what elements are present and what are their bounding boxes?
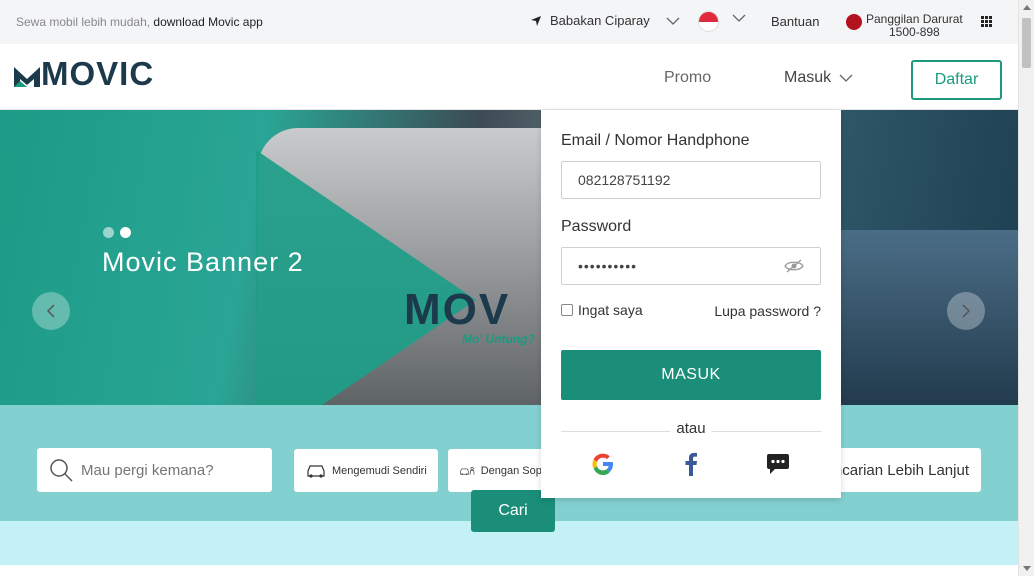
- slider-dots: [103, 227, 131, 238]
- slider-dot-active[interactable]: [120, 227, 131, 238]
- forgot-password-link[interactable]: Lupa password ?: [714, 303, 821, 319]
- location-label: Babakan Ciparay: [550, 13, 650, 28]
- scroll-down-icon[interactable]: [1023, 566, 1031, 571]
- language-chevron-down-icon[interactable]: [732, 14, 746, 22]
- apps-grid-icon[interactable]: [981, 16, 992, 27]
- password-label: Password: [561, 218, 632, 235]
- slider-prev-button[interactable]: [32, 292, 70, 330]
- banner-title: Movic Banner 2: [102, 247, 304, 277]
- banner-tagline: Mo' Untung?: [462, 332, 535, 346]
- self-drive-option[interactable]: Mengemudi Sendiri: [294, 449, 438, 492]
- chat-icon: [767, 454, 789, 474]
- remember-me[interactable]: Ingat saya: [561, 302, 643, 318]
- register-button[interactable]: Daftar: [911, 60, 1002, 100]
- nav-login-label: Masuk: [784, 69, 832, 86]
- chat-login-button[interactable]: [764, 450, 792, 478]
- car-driver-icon: [460, 466, 475, 475]
- nav-promo[interactable]: Promo: [664, 69, 711, 87]
- scroll-thumb[interactable]: [1022, 18, 1031, 68]
- remember-label: Ingat saya: [578, 302, 643, 318]
- password-field[interactable]: ••••••••••: [561, 247, 821, 285]
- slider-next-button[interactable]: [947, 292, 985, 330]
- facebook-icon: [685, 452, 697, 476]
- page-scrollbar[interactable]: [1018, 0, 1034, 576]
- slider-dot[interactable]: [103, 227, 114, 238]
- chevron-down-icon: [666, 17, 680, 25]
- car-icon: [307, 464, 325, 478]
- search-icon: [50, 459, 73, 482]
- email-field[interactable]: 082128751192: [561, 161, 821, 199]
- location-arrow-icon: [531, 15, 541, 26]
- download-app-link[interactable]: download Movic app: [153, 15, 262, 29]
- chevron-down-icon: [839, 74, 853, 82]
- or-label: atau: [670, 420, 712, 437]
- google-login-button[interactable]: [589, 450, 617, 478]
- with-driver-option[interactable]: Dengan Sopir: [448, 449, 548, 492]
- email-label: Email / Nomor Handphone: [561, 132, 750, 149]
- banner-brand: MOV: [404, 285, 511, 334]
- hero-banner: Movic Banner 2 MOV Mo' Untung?: [0, 110, 1018, 405]
- app-promo: Sewa mobil lebih mudah, download Movic a…: [16, 15, 263, 29]
- movic-logo[interactable]: MOVIC: [14, 55, 155, 92]
- banner-photo-right: [830, 230, 1018, 405]
- logo-mark-icon: [14, 67, 40, 87]
- with-driver-label: Dengan Sopir: [480, 464, 548, 477]
- emergency-call[interactable]: Panggilan Darurat 1500-898: [846, 13, 963, 39]
- login-dropdown: Email / Nomor Handphone 082128751192 Pas…: [541, 110, 841, 498]
- or-divider: atau: [561, 420, 821, 440]
- destination-search[interactable]: [37, 448, 272, 492]
- top-bar: Sewa mobil lebih mudah, download Movic a…: [0, 0, 1018, 44]
- remember-checkbox[interactable]: [561, 304, 573, 316]
- app-promo-text: Sewa mobil lebih mudah,: [16, 15, 151, 29]
- login-submit-button[interactable]: MASUK: [561, 350, 821, 400]
- chevron-right-icon: [962, 304, 970, 318]
- nav-login[interactable]: Masuk: [784, 69, 853, 87]
- scroll-up-icon[interactable]: [1023, 5, 1031, 10]
- facebook-login-button[interactable]: [677, 450, 705, 478]
- emergency-icon: [846, 14, 862, 30]
- eye-slash-icon[interactable]: [784, 259, 804, 273]
- advanced-search-label: Pencarian Lebih Lanjut: [820, 461, 969, 479]
- location-selector[interactable]: Babakan Ciparay: [530, 13, 680, 28]
- logo-text: MOVIC: [41, 55, 155, 92]
- search-input[interactable]: [81, 461, 251, 479]
- password-value: ••••••••••: [578, 258, 638, 274]
- emergency-number: 1500-898: [889, 25, 940, 39]
- google-icon: [592, 453, 613, 475]
- advanced-search-dropdown[interactable]: Pencarian Lebih Lanjut: [820, 448, 981, 492]
- chevron-left-icon: [47, 304, 55, 318]
- help-link[interactable]: Bantuan: [771, 14, 819, 29]
- indonesia-flag-icon[interactable]: [698, 11, 719, 32]
- main-header: MOVIC Promo Masuk Daftar: [0, 44, 1018, 110]
- self-drive-label: Mengemudi Sendiri: [332, 464, 427, 477]
